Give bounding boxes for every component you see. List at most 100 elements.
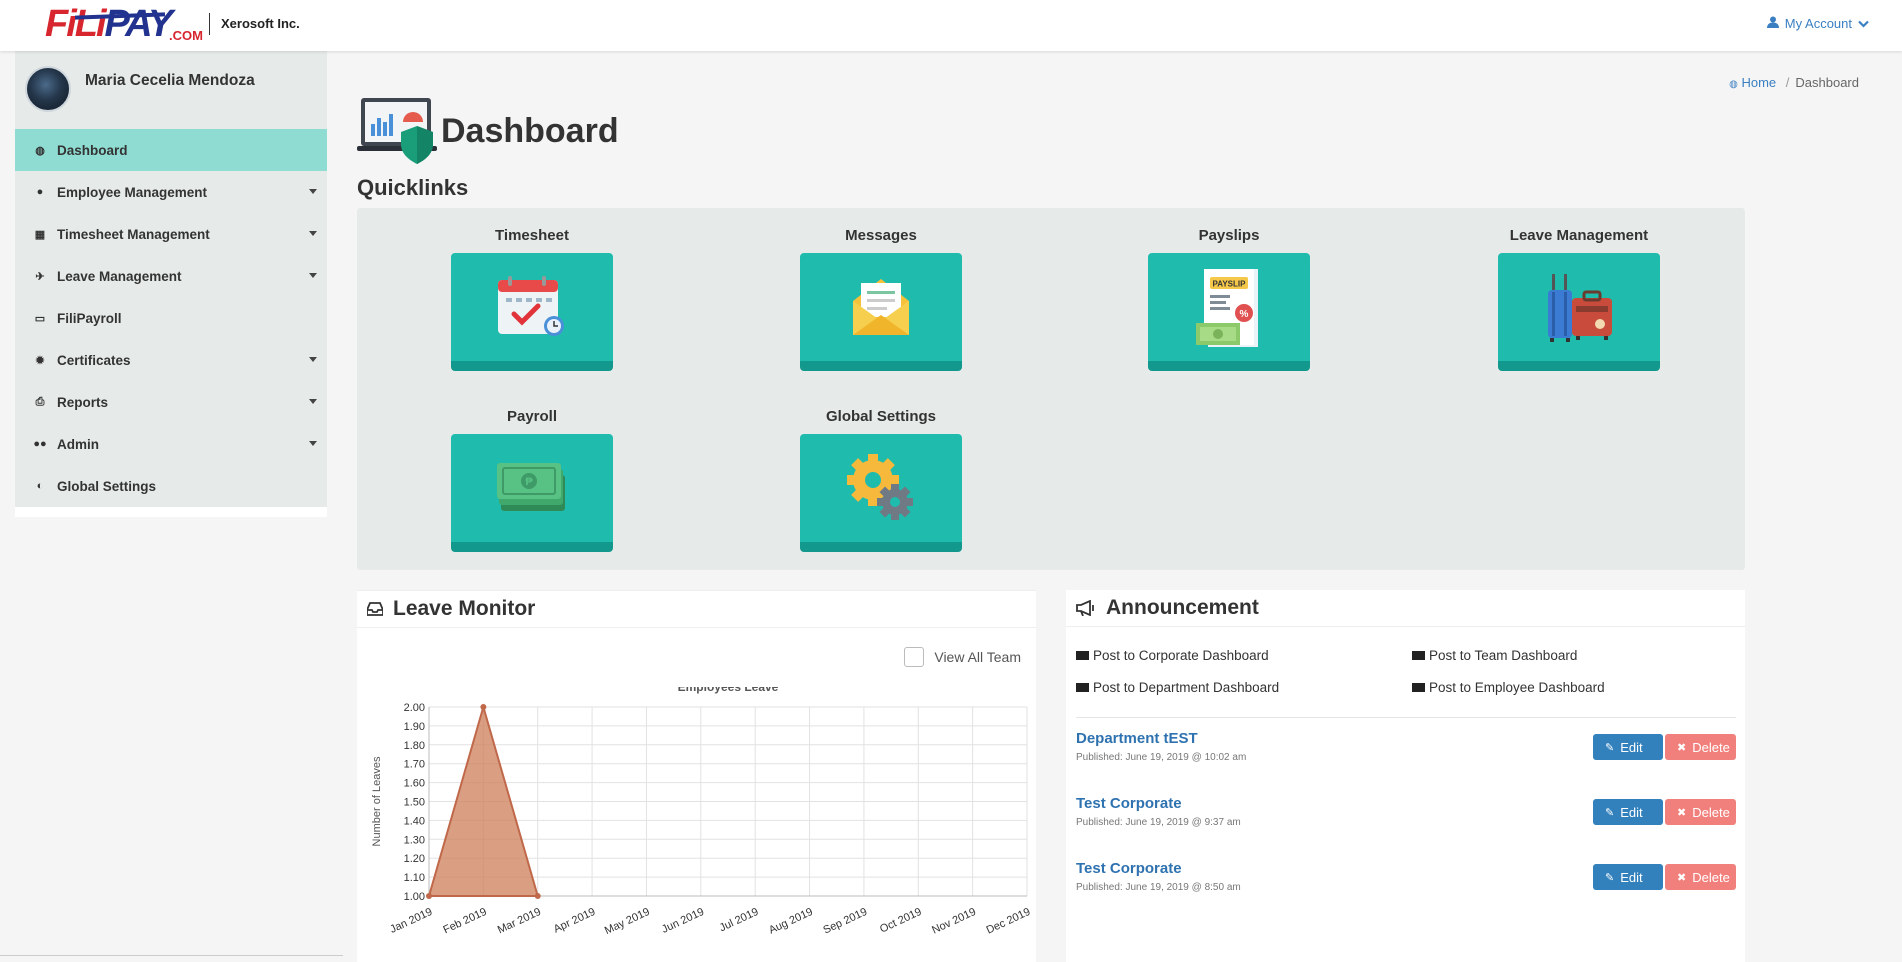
calendar-check-icon[interactable] — [451, 253, 613, 371]
x-tick-label: Dec 2019 — [985, 906, 1033, 937]
quicklink-payroll[interactable]: Payroll ₱ — [451, 408, 613, 552]
data-point — [426, 893, 432, 899]
quicklink-global-settings[interactable]: Global Settings — [800, 408, 962, 552]
announcement-item: Department tEST Published: June 19, 2019 … — [1076, 730, 1736, 790]
sidebar-item-leave-management[interactable]: ✈ Leave Management — [15, 255, 327, 297]
avatar[interactable] — [25, 66, 71, 112]
my-account-menu[interactable]: My Account — [1766, 16, 1869, 31]
chart-title: Employees Leave — [678, 687, 779, 694]
y-tick-label: 1.90 — [404, 721, 425, 733]
sidebar-item-label: Timesheet Management — [57, 226, 210, 242]
filipay-logo[interactable]: FiLiPAY .COM — [45, 4, 205, 44]
edit-button[interactable]: ✎ Edit — [1593, 734, 1663, 760]
user-name: Maria Cecelia Mendoza — [85, 72, 255, 89]
quicklink-messages[interactable]: Messages — [800, 227, 962, 371]
quicklinks-title: Quicklinks — [357, 175, 469, 200]
post-employee-link[interactable]: Post to Employee Dashboard — [1412, 680, 1605, 695]
caret-down-icon — [309, 441, 317, 446]
quicklink-leave-management[interactable]: Leave Management — [1498, 227, 1660, 371]
sidebar-item-dashboard[interactable]: ◍ Dashboard — [15, 129, 327, 171]
sidebar-item-label: Leave Management — [57, 268, 182, 284]
sidebar-item-label: Reports — [57, 394, 109, 410]
breadcrumb: ◍ Home / Dashboard — [1729, 75, 1859, 90]
delete-button[interactable]: ✖ Delete — [1665, 864, 1736, 890]
globe-icon: ◐ — [36, 480, 44, 492]
sidebar-item-label: Global Settings — [57, 478, 157, 494]
x-tick-label: Feb 2019 — [441, 906, 488, 937]
sidebar-item-certificates[interactable]: ✹ Certificates — [15, 339, 327, 381]
gears-icon[interactable] — [800, 434, 962, 552]
view-all-team-checkbox[interactable] — [904, 647, 925, 667]
plane-icon: ✈ — [35, 270, 45, 283]
x-tick-label: Jun 2019 — [660, 906, 706, 936]
page-title: Dashboard — [441, 111, 619, 150]
view-all-team-label: View All Team — [934, 649, 1021, 665]
x-tick-label: May 2019 — [603, 906, 652, 937]
announcement-panel: Announcement Post to Corporate Dashboard… — [1066, 590, 1745, 962]
quicklink-timesheet[interactable]: Timesheet — [451, 227, 613, 371]
top-bar: FiLiPAY .COM Xerosoft Inc. My Account — [0, 0, 1902, 51]
delete-button[interactable]: ✖ Delete — [1665, 799, 1736, 825]
envelope-icon — [1412, 651, 1425, 660]
quicklinks-panel: Timesheet Messages Payslips PAYSLIP % Le… — [357, 208, 1745, 570]
sidebar-item-admin[interactable]: ●● Admin — [15, 423, 327, 465]
sidebar-item-reports[interactable]: ⎙ Reports — [15, 381, 327, 423]
announcement-item: Test Corporate Published: June 19, 2019 @… — [1076, 860, 1736, 920]
sidebar-item-label: Employee Management — [57, 184, 208, 200]
payslip-icon[interactable]: PAYSLIP % — [1148, 253, 1310, 371]
sidebar-item-label: Dashboard — [57, 142, 128, 158]
sidebar: Maria Cecelia Mendoza ◍ Dashboard ● Employe… — [15, 51, 327, 517]
sidebar-item-global-settings[interactable]: ◐ Global Settings — [15, 465, 327, 507]
dashboard-monitor-icon — [357, 94, 437, 168]
x-tick-label: Apr 2019 — [552, 906, 598, 936]
user-profile: Maria Cecelia Mendoza — [15, 51, 327, 129]
users-icon: ●● — [33, 438, 47, 450]
sidebar-item-filipayroll[interactable]: ▭ FiliPayroll — [15, 297, 327, 339]
envelope-icon — [1076, 651, 1089, 660]
x-tick-label: Jan 2019 — [388, 906, 434, 936]
y-tick-label: 1.70 — [404, 759, 425, 771]
sidebar-item-label: Admin — [57, 436, 99, 452]
edit-icon: ✎ — [1605, 806, 1615, 819]
post-team-link[interactable]: Post to Team Dashboard — [1412, 648, 1577, 663]
caret-down-icon — [309, 189, 317, 194]
sidebar-item-employee-management[interactable]: ● Employee Management — [15, 171, 327, 213]
breadcrumb-home[interactable]: ◍ Home — [1729, 75, 1780, 90]
y-tick-label: 1.60 — [404, 778, 425, 790]
divider — [1076, 717, 1736, 718]
leave-chart: Employees Leave Number of Leaves 2.00 1.90 1… — [357, 680, 1036, 962]
envelope-icon — [1076, 683, 1089, 692]
cash-icon[interactable]: ₱ — [451, 434, 613, 552]
y-tick-label: 1.50 — [404, 797, 425, 809]
envelope-icon — [1412, 683, 1425, 692]
close-icon: ✖ — [1677, 871, 1687, 884]
user-icon — [1766, 16, 1779, 31]
delete-button[interactable]: ✖ Delete — [1665, 734, 1736, 760]
caret-down-icon — [309, 399, 317, 404]
edit-button[interactable]: ✎ Edit — [1593, 799, 1663, 825]
edit-button[interactable]: ✎ Edit — [1593, 864, 1663, 890]
close-icon: ✖ — [1677, 806, 1687, 819]
sidebar-nav: ◍ Dashboard ● Employee Management ▦ Timesheet… — [15, 129, 327, 507]
chevron-down-icon — [1858, 16, 1869, 31]
bullhorn-icon — [1076, 600, 1096, 616]
sidebar-item-timesheet-management[interactable]: ▦ Timesheet Management — [15, 213, 327, 255]
envelope-icon[interactable] — [800, 253, 962, 371]
view-all-team-toggle[interactable]: View All Team — [904, 647, 1021, 667]
post-corporate-link[interactable]: Post to Corporate Dashboard — [1076, 648, 1269, 663]
certificate-icon: ✹ — [35, 354, 45, 367]
x-tick-label: Sep 2019 — [821, 906, 869, 937]
caret-down-icon — [309, 273, 317, 278]
x-tick-label: Jul 2019 — [718, 906, 761, 934]
dashboard-icon: ◍ — [35, 144, 45, 157]
quicklink-payslips[interactable]: Payslips PAYSLIP % — [1148, 227, 1310, 371]
x-tick-label: Aug 2019 — [767, 906, 815, 937]
leave-monitor-panel: Leave Monitor View All Team Employees Le… — [357, 590, 1036, 962]
caret-down-icon — [309, 357, 317, 362]
calendar-icon: ▦ — [34, 228, 46, 241]
luggage-icon[interactable] — [1498, 253, 1660, 371]
divider — [209, 13, 210, 35]
post-department-link[interactable]: Post to Department Dashboard — [1076, 680, 1279, 695]
caret-down-icon — [309, 231, 317, 236]
close-icon: ✖ — [1677, 741, 1687, 754]
